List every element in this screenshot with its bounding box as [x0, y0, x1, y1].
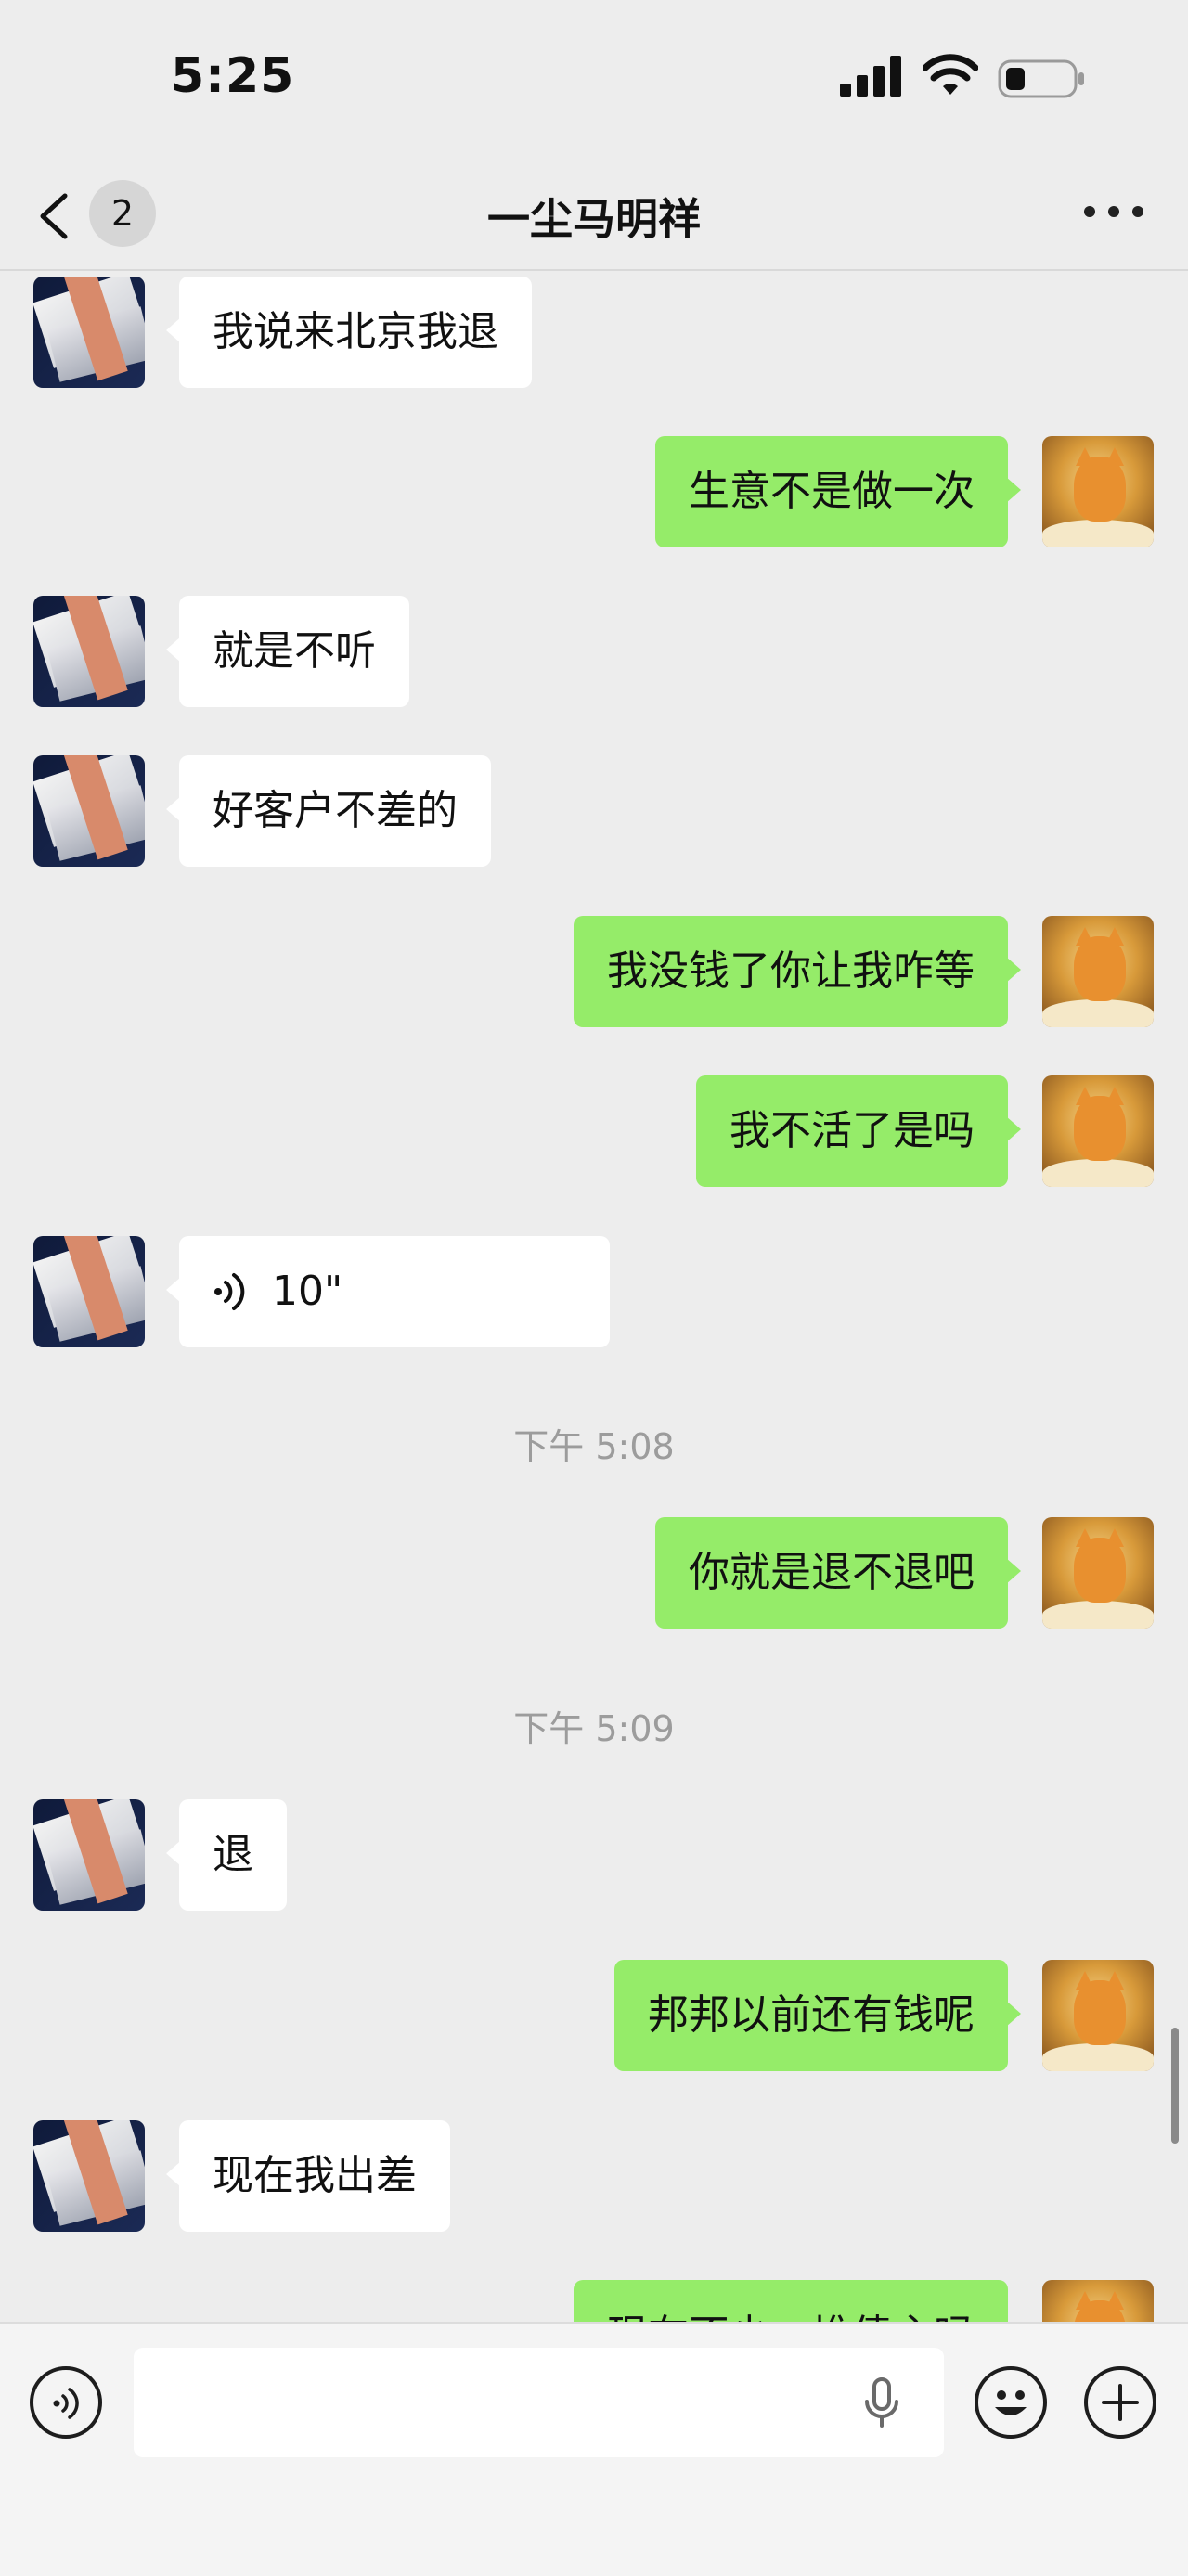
input-bar	[0, 2322, 1188, 2576]
message-bubble[interactable]: 生意不是做一次	[655, 436, 1021, 547]
timestamp: 下午 5:09	[513, 1708, 675, 1749]
message-bubble[interactable]: 我说来北京我退	[166, 277, 532, 388]
contact-avatar[interactable]	[33, 1799, 145, 1911]
message-input[interactable]	[134, 2348, 944, 2457]
message-list[interactable]: 我说来北京我退 生意不是做一次 就是不听 好客户不差的 我没钱了你让我咋等 我不…	[0, 271, 1188, 2322]
status-time: 5:25	[171, 48, 295, 104]
timestamp: 下午 5:08	[513, 1426, 675, 1467]
battery-icon	[998, 59, 1084, 98]
more-options-button[interactable]	[1077, 193, 1151, 230]
message-bubble[interactable]: 现在我出差	[166, 2120, 450, 2232]
unread-count-badge: 2	[89, 180, 156, 247]
scrollbar[interactable]	[1171, 2028, 1179, 2144]
voice-message-bubble[interactable]: 10"	[166, 1236, 610, 1347]
chevron-left-icon	[40, 193, 68, 239]
message-bubble[interactable]: 邦邦以前还有钱呢	[614, 1960, 1021, 2071]
contact-avatar[interactable]	[33, 2120, 145, 2232]
my-avatar[interactable]	[1042, 1517, 1154, 1629]
contact-avatar[interactable]	[33, 596, 145, 707]
cellular-signal-icon	[840, 56, 901, 97]
plus-icon	[1102, 2384, 1139, 2421]
message-bubble[interactable]: 退	[166, 1799, 287, 1911]
chat-title: 一尘马明祥	[487, 194, 701, 244]
message-bubble[interactable]: 我没钱了你让我咋等	[574, 916, 1021, 1027]
contact-avatar[interactable]	[33, 755, 145, 867]
emoji-button[interactable]	[975, 2366, 1047, 2439]
status-bar: 5:25	[0, 0, 1188, 160]
more-dots-icon	[1084, 206, 1095, 217]
more-actions-button[interactable]	[1084, 2366, 1156, 2439]
contact-avatar[interactable]	[33, 277, 145, 388]
my-avatar[interactable]	[1042, 1960, 1154, 2071]
smiley-icon	[995, 2390, 1027, 2415]
chat-header: 2 一尘马明祥	[0, 160, 1188, 271]
message-bubble[interactable]: 你就是退不退吧	[655, 1517, 1021, 1629]
my-avatar[interactable]	[1042, 1075, 1154, 1187]
voice-input-button[interactable]	[30, 2366, 102, 2439]
back-button[interactable]: 2	[37, 180, 167, 247]
message-bubble[interactable]: 我不活了是吗	[696, 1075, 1021, 1187]
contact-avatar[interactable]	[33, 1236, 145, 1347]
message-bubble[interactable]: 现在不少一堆债主吗	[574, 2280, 1021, 2322]
voice-wave-icon	[214, 1273, 245, 1310]
my-avatar[interactable]	[1042, 916, 1154, 1027]
my-avatar[interactable]	[1042, 2280, 1154, 2322]
voice-duration: 10"	[272, 1268, 343, 1315]
wifi-icon	[923, 54, 978, 95]
my-avatar[interactable]	[1042, 436, 1154, 547]
message-bubble[interactable]: 好客户不差的	[166, 755, 491, 867]
message-bubble[interactable]: 就是不听	[166, 596, 409, 707]
voice-wave-icon	[53, 2388, 79, 2419]
microphone-icon[interactable]	[863, 2377, 900, 2429]
